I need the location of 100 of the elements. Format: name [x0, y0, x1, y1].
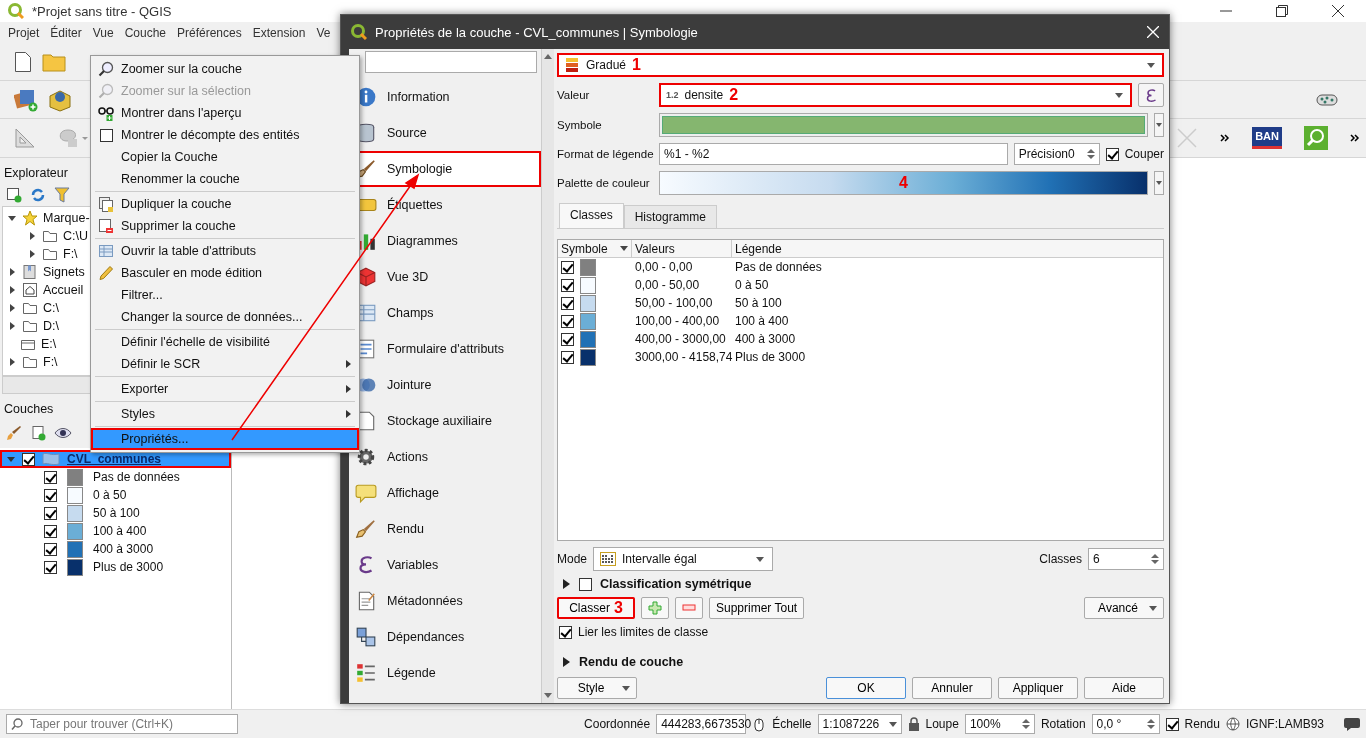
lock-icon[interactable]	[907, 717, 920, 731]
rotation-spinbox[interactable]: 0,0 °	[1091, 714, 1160, 734]
dropdown-button[interactable]	[1154, 171, 1164, 195]
dialog-button[interactable]: Aide	[1084, 677, 1164, 699]
checkbox[interactable]	[44, 560, 57, 574]
scrollbar[interactable]	[541, 49, 554, 703]
advanced-button[interactable]: Avancé	[1084, 597, 1164, 619]
tree-item[interactable]: D:\	[43, 319, 59, 333]
menu-item[interactable]: Supprimer la couche	[91, 215, 359, 237]
column-header[interactable]: Symbole	[558, 240, 632, 257]
ban-logo[interactable]: BAN	[1252, 127, 1282, 149]
menu-item[interactable]: Exporter	[91, 378, 359, 400]
eye-icon[interactable]	[54, 425, 72, 441]
checkbox[interactable]	[561, 350, 574, 364]
column-header[interactable]: Valeurs	[632, 240, 732, 257]
sidebar-item[interactable]: Affichage	[349, 475, 541, 511]
menu-item[interactable]: Couche	[124, 26, 166, 40]
add-group-icon[interactable]	[30, 425, 46, 441]
tree-item[interactable]: Accueil	[43, 283, 84, 297]
close-icon[interactable]	[1332, 5, 1344, 17]
legend-format-field[interactable]: %1 - %2	[659, 143, 1008, 165]
checkbox[interactable]	[561, 332, 574, 346]
dialog-button[interactable]: Appliquer	[998, 677, 1078, 699]
tree-item[interactable]: C:\U	[63, 229, 88, 243]
menu-item[interactable]: Ouvrir la table d'attributs	[91, 240, 359, 262]
column-header[interactable]: Légende	[732, 240, 1163, 257]
menu-item[interactable]: Vue	[92, 26, 114, 40]
collapsed-arrow-icon[interactable]	[562, 579, 571, 589]
section-title[interactable]: Classification symétrique	[600, 577, 752, 591]
checkbox[interactable]	[44, 542, 57, 556]
sidebar-item[interactable]: Variables	[349, 547, 541, 583]
sidebar-item[interactable]: Rendu	[349, 511, 541, 547]
menu-item[interactable]: Propriétés...	[91, 428, 359, 450]
menu-item[interactable]: Projet	[8, 26, 40, 40]
collapsed-arrow-icon[interactable]	[7, 321, 17, 331]
checkbox[interactable]	[561, 278, 574, 292]
delete-all-button[interactable]: Supprimer Tout	[709, 597, 805, 619]
checkbox[interactable]	[44, 470, 57, 484]
spin-arrows-icon[interactable]	[1086, 148, 1095, 160]
paintbrush-icon[interactable]	[6, 425, 22, 441]
checkbox[interactable]	[44, 488, 57, 502]
renderer-combo[interactable]: Gradué 1	[557, 53, 1164, 77]
tree-item[interactable]: F:\	[63, 247, 78, 261]
field-combo[interactable]: 1.2 densite 2	[659, 83, 1132, 107]
tree-item[interactable]: F:\	[43, 355, 58, 369]
checkbox[interactable]	[559, 625, 572, 639]
dropdown-button[interactable]	[1154, 113, 1164, 137]
precision-spinbox[interactable]: Précision0	[1013, 143, 1100, 165]
message-icon[interactable]	[1344, 717, 1360, 731]
collapsed-arrow-icon[interactable]	[27, 249, 37, 259]
spin-arrows-icon[interactable]	[1146, 718, 1155, 730]
dialog-button[interactable]: Annuler	[912, 677, 992, 699]
mode-combo[interactable]: Intervalle égal	[593, 547, 774, 571]
classes-spinbox[interactable]: 6	[1088, 548, 1164, 570]
filter-icon[interactable]	[54, 187, 70, 203]
collapsed-arrow-icon[interactable]	[7, 285, 17, 295]
sidebar-item[interactable]: Dépendances	[349, 619, 541, 655]
checkbox[interactable]	[561, 314, 574, 328]
magnifier-spinbox[interactable]: 100%	[964, 714, 1035, 734]
menu-item[interactable]: Définir le SCR	[91, 353, 359, 375]
expression-button[interactable]	[1138, 83, 1164, 107]
menu-item[interactable]: Montrer le décompte des entités	[91, 124, 359, 146]
tree-item[interactable]: C:\	[43, 301, 59, 315]
checkbox[interactable]	[1165, 717, 1179, 731]
tree-item[interactable]: Marque-	[43, 211, 90, 225]
menu-item[interactable]: Montrer dans l'aperçu	[91, 102, 359, 124]
collapsed-arrow-icon[interactable]	[7, 267, 17, 277]
collapsed-arrow-icon[interactable]	[27, 231, 37, 241]
menu-item[interactable]: Éditer	[50, 26, 82, 40]
collapsed-arrow-icon[interactable]	[562, 657, 571, 667]
sidebar-item[interactable]: Légende	[349, 655, 541, 691]
menu-item[interactable]: Filtrer...	[91, 284, 359, 306]
add-layer-icon[interactable]	[14, 87, 38, 112]
up-arrow-icon[interactable]	[544, 53, 552, 59]
checkbox[interactable]	[22, 452, 35, 466]
checkbox[interactable]	[561, 260, 574, 274]
menu-item[interactable]: Changer la source de données...	[91, 306, 359, 328]
tab[interactable]: Classes	[559, 203, 624, 228]
menu-item[interactable]: Extension	[252, 26, 306, 40]
scale-combo[interactable]: 1:1087226	[817, 714, 902, 734]
menu-item[interactable]: Basculer en mode édition	[91, 262, 359, 284]
menu-item[interactable]: Zoomer sur la couche	[91, 58, 359, 80]
menu-item[interactable]: Styles	[91, 403, 359, 425]
expanded-arrow-icon[interactable]	[6, 454, 16, 464]
add-icon[interactable]	[6, 187, 22, 203]
checkbox[interactable]	[44, 524, 57, 538]
style-button[interactable]: Style	[557, 677, 637, 699]
tree-item[interactable]: E:\	[41, 337, 57, 351]
expanded-arrow-icon[interactable]	[7, 213, 17, 223]
globe-icon[interactable]	[1225, 717, 1240, 731]
menu-item[interactable]: Définir l'échelle de visibilité	[91, 331, 359, 353]
refresh-icon[interactable]	[30, 187, 46, 203]
checkbox[interactable]	[579, 577, 592, 591]
restore-icon[interactable]	[1276, 5, 1288, 17]
down-arrow-icon[interactable]	[544, 693, 552, 699]
dialog-button[interactable]: OK	[826, 677, 906, 699]
menu-item[interactable]: Ve	[316, 26, 331, 40]
chevron-icon[interactable]	[1350, 134, 1360, 142]
search-field[interactable]	[365, 51, 537, 73]
menu-item[interactable]: Préférences	[177, 26, 242, 40]
